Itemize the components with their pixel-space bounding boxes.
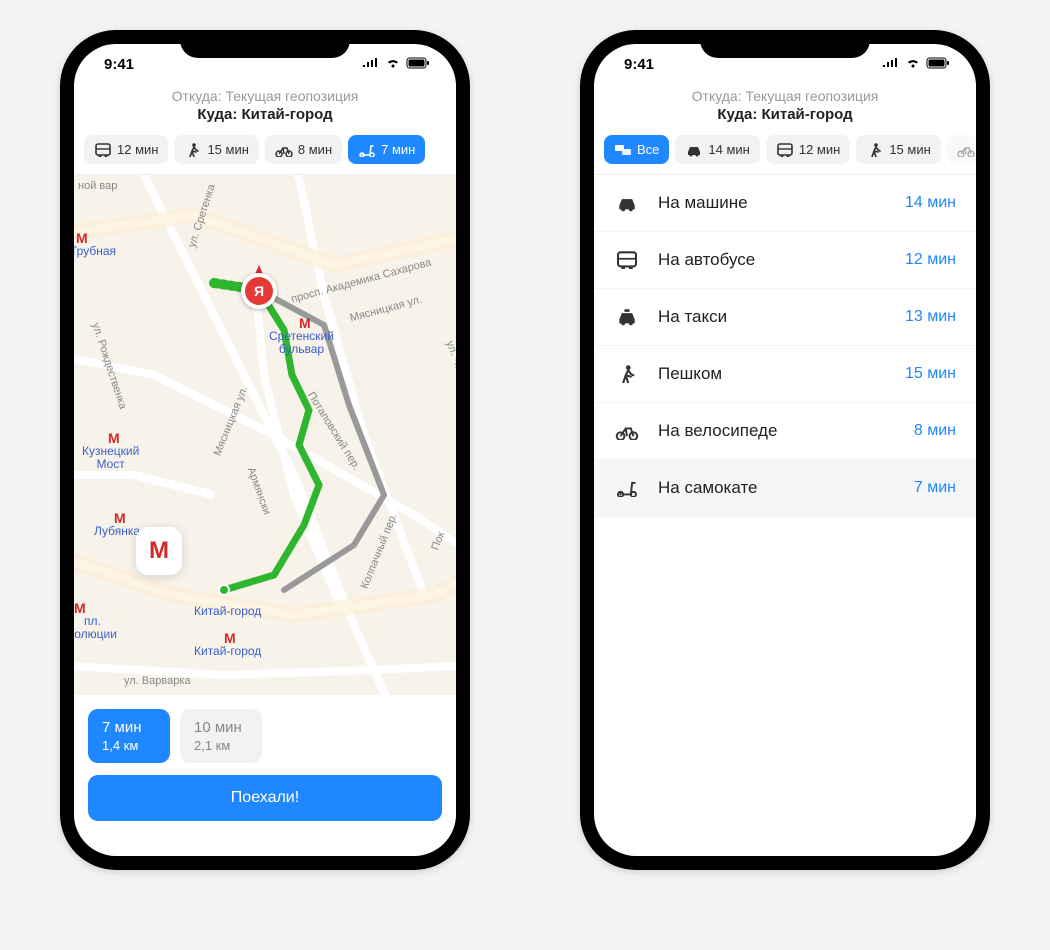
route-header[interactable]: Откуда: Текущая геопозиция Куда: Китай-г… bbox=[594, 84, 976, 135]
tab-bike[interactable]: 8 мин bbox=[265, 135, 342, 164]
metro-logo: М bbox=[149, 537, 169, 564]
tab-all[interactable]: Все bbox=[604, 135, 669, 164]
go-button[interactable]: Поехали! bbox=[88, 775, 442, 821]
walk-icon bbox=[614, 365, 640, 383]
bottom-panel: 7 мин 1,4 км 10 мин 2,1 км Поехали! bbox=[74, 695, 456, 839]
tab-car[interactable]: 14 мин bbox=[675, 135, 759, 164]
phone-left-frame: 9:41 Откуда: Текущая геопозиция Куда: Ки… bbox=[60, 30, 470, 870]
mode-label: На самокате bbox=[658, 478, 896, 498]
tab-bus[interactable]: 12 мин bbox=[766, 135, 850, 164]
tab-label: 15 мин bbox=[889, 142, 930, 157]
walk-icon bbox=[866, 143, 884, 157]
mode-label: На автобусе bbox=[658, 250, 887, 270]
tab-bike-cut[interactable] bbox=[947, 135, 976, 164]
status-time: 9:41 bbox=[104, 56, 134, 73]
to-label: Куда: Китай-город bbox=[610, 106, 960, 123]
transport-tabs: Все 14 мин 12 мин 15 мин bbox=[594, 135, 976, 175]
phone-right-screen: 9:41 Откуда: Текущая геопозиция Куда: Ки… bbox=[594, 44, 976, 856]
from-label: Откуда: Текущая геопозиция bbox=[610, 88, 960, 104]
current-location-marker[interactable]: Я bbox=[241, 273, 277, 309]
metro-station-label: Кузнецкий Мост bbox=[82, 445, 139, 471]
route-header[interactable]: Откуда: Текущая геопозиция Куда: Китай-г… bbox=[74, 84, 456, 135]
map-canvas[interactable]: ной вар ул. Сретенка просп. Академика Са… bbox=[74, 175, 456, 695]
metro-station-label: Лубянка bbox=[94, 525, 140, 538]
map-street-label: ной вар bbox=[78, 180, 117, 192]
tab-walk[interactable]: 15 мин bbox=[174, 135, 258, 164]
map-street-label: ул. Варварка bbox=[124, 675, 191, 687]
bike-icon bbox=[275, 143, 293, 157]
go-button-label: Поехали! bbox=[231, 789, 299, 806]
taxi-icon bbox=[614, 308, 640, 326]
route-time: 7 мин bbox=[102, 719, 156, 736]
route-option-2[interactable]: 10 мин 2,1 км bbox=[180, 709, 262, 763]
mode-row-bus[interactable]: На автобусе 12 мин bbox=[594, 232, 976, 289]
metro-station-label: Трубная bbox=[74, 245, 116, 258]
map-roads bbox=[74, 175, 456, 695]
route-time: 10 мин bbox=[194, 719, 248, 736]
tab-label: 12 мин bbox=[799, 142, 840, 157]
cellular-icon bbox=[362, 56, 380, 73]
wifi-icon bbox=[385, 56, 401, 73]
mode-row-scooter[interactable]: На самокате 7 мин bbox=[594, 460, 976, 517]
mode-time: 13 мин bbox=[905, 308, 956, 326]
mode-label: На машине bbox=[658, 193, 887, 213]
mode-row-bike[interactable]: На велосипеде 8 мин bbox=[594, 403, 976, 460]
mode-label: На велосипеде bbox=[658, 421, 896, 441]
bike-icon bbox=[957, 143, 975, 157]
walk-icon bbox=[184, 143, 202, 157]
tab-label: 15 мин bbox=[207, 142, 248, 157]
bus-icon bbox=[94, 143, 112, 157]
metro-station-label: Китай-город bbox=[194, 645, 261, 658]
mode-time: 15 мин bbox=[905, 365, 956, 383]
route-option-1[interactable]: 7 мин 1,4 км bbox=[88, 709, 170, 763]
from-label: Откуда: Текущая геопозиция bbox=[90, 88, 440, 104]
status-time: 9:41 bbox=[624, 56, 654, 73]
mode-label: Пешком bbox=[658, 364, 887, 384]
battery-icon bbox=[406, 56, 430, 73]
bike-icon bbox=[614, 422, 640, 440]
route-distance: 2,1 км bbox=[194, 738, 248, 753]
tab-walk[interactable]: 15 мин bbox=[856, 135, 940, 164]
to-label: Куда: Китай-город bbox=[90, 106, 440, 123]
phone-right-frame: 9:41 Откуда: Текущая геопозиция Куда: Ки… bbox=[580, 30, 990, 870]
mode-time: 14 мин bbox=[905, 194, 956, 212]
tab-label: 14 мин bbox=[708, 142, 749, 157]
notch bbox=[180, 30, 350, 58]
tab-bus[interactable]: 12 мин bbox=[84, 135, 168, 164]
tab-label: Все bbox=[637, 142, 659, 157]
route-options: 7 мин 1,4 км 10 мин 2,1 км bbox=[88, 709, 442, 763]
metro-entrance-card[interactable]: М bbox=[136, 527, 182, 575]
tab-label: 8 мин bbox=[298, 142, 332, 157]
notch bbox=[700, 30, 870, 58]
metro-station-label: Сретенский бульвар bbox=[269, 330, 334, 356]
current-location-letter: Я bbox=[245, 277, 273, 305]
mode-row-walk[interactable]: Пешком 15 мин bbox=[594, 346, 976, 403]
tab-label: 7 мин bbox=[381, 142, 415, 157]
mode-row-car[interactable]: На машине 14 мин bbox=[594, 175, 976, 232]
route-distance: 1,4 км bbox=[102, 738, 156, 753]
metro-station-label: Китай-город bbox=[194, 605, 261, 618]
mode-time: 7 мин bbox=[914, 479, 956, 497]
bus-icon bbox=[614, 251, 640, 269]
all-modes-icon bbox=[614, 143, 632, 157]
mode-label: На такси bbox=[658, 307, 887, 327]
mode-time: 12 мин bbox=[905, 251, 956, 269]
wifi-icon bbox=[905, 56, 921, 73]
battery-icon bbox=[926, 56, 950, 73]
car-icon bbox=[614, 194, 640, 212]
cellular-icon bbox=[882, 56, 900, 73]
mode-time: 8 мин bbox=[914, 422, 956, 440]
phone-left-screen: 9:41 Откуда: Текущая геопозиция Куда: Ки… bbox=[74, 44, 456, 856]
transport-mode-list: На машине 14 мин На автобусе 12 мин На т… bbox=[594, 175, 976, 517]
scooter-icon bbox=[614, 479, 640, 497]
bus-icon bbox=[776, 143, 794, 157]
metro-station-label: пл. волюции bbox=[74, 615, 117, 641]
car-icon bbox=[685, 143, 703, 157]
tab-scooter[interactable]: 7 мин bbox=[348, 135, 425, 164]
mode-row-taxi[interactable]: На такси 13 мин bbox=[594, 289, 976, 346]
scooter-icon bbox=[358, 143, 376, 157]
tab-label: 12 мин bbox=[117, 142, 158, 157]
transport-tabs: 12 мин 15 мин 8 мин 7 мин bbox=[74, 135, 456, 175]
